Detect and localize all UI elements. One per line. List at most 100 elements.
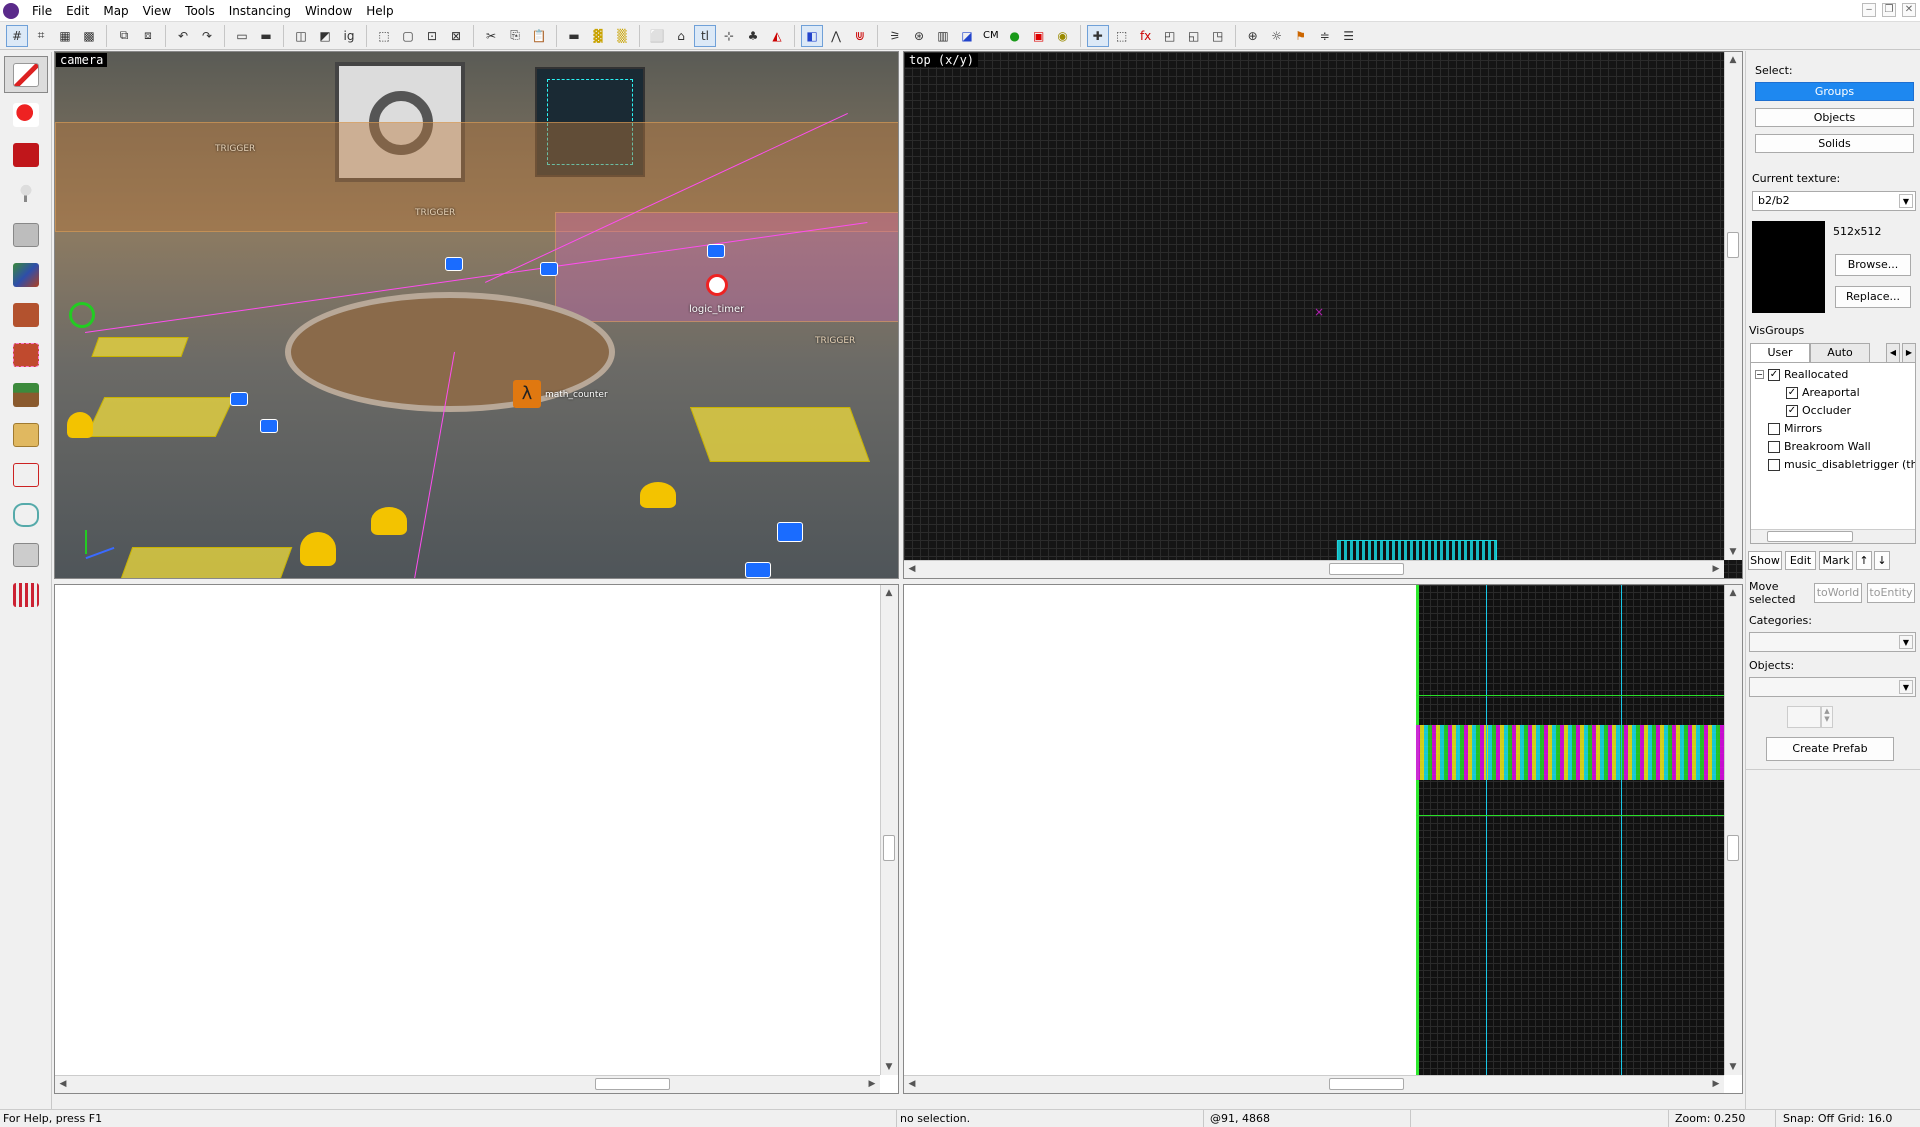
- scroll-thumb[interactable]: [1329, 1078, 1404, 1090]
- copy-icon[interactable]: ⎘: [504, 25, 526, 47]
- apply-texture-icon[interactable]: [4, 296, 48, 333]
- split-icon[interactable]: ≑: [1314, 25, 1336, 47]
- logic-relay-icon[interactable]: [707, 244, 725, 258]
- visgroup-checkbox[interactable]: [1768, 422, 1780, 435]
- top-viewport-hscroll[interactable]: ◀ ▶: [904, 560, 1724, 578]
- texture-application-icon[interactable]: [4, 256, 48, 293]
- logic-relay-icon[interactable]: [445, 257, 463, 271]
- info-target-icon[interactable]: [69, 302, 95, 328]
- to-world-button[interactable]: toWorld: [1814, 583, 1862, 603]
- cut-icon[interactable]: ✂: [480, 25, 502, 47]
- menu-edit[interactable]: Edit: [59, 4, 96, 18]
- object-count-spinner[interactable]: [1787, 706, 1821, 728]
- visgroup-item-occluder[interactable]: ✓ Occluder: [1786, 404, 1851, 417]
- undo-icon[interactable]: ↶: [172, 25, 194, 47]
- green-globe-icon[interactable]: ●: [1004, 25, 1026, 47]
- scroll-down-icon[interactable]: ▼: [1725, 544, 1741, 560]
- scroll-left-icon[interactable]: ◀: [55, 1076, 71, 1092]
- apply-overlay-icon[interactable]: [4, 376, 48, 413]
- categories-select[interactable]: ▼: [1749, 632, 1916, 652]
- bl-viewport-hscroll[interactable]: ◀ ▶: [55, 1075, 880, 1093]
- scroll-down-icon[interactable]: ▼: [1725, 1059, 1741, 1075]
- edit-button[interactable]: Edit: [1785, 551, 1816, 570]
- scroll-thumb[interactable]: [883, 835, 895, 861]
- scroll-down-icon[interactable]: ▼: [881, 1059, 897, 1075]
- br-viewport-hscroll[interactable]: ◀ ▶: [904, 1075, 1724, 1093]
- portal-icon[interactable]: ◱: [1183, 25, 1205, 47]
- show-button[interactable]: Show: [1748, 551, 1782, 570]
- visgroup-checkbox[interactable]: ✓: [1768, 368, 1780, 381]
- toggle-helpers-icon[interactable]: tl: [694, 24, 716, 47]
- assault-point-icon[interactable]: [300, 532, 336, 566]
- mark-button[interactable]: Mark: [1819, 551, 1853, 570]
- cordon-icon[interactable]: ◭: [766, 25, 788, 47]
- tab-user[interactable]: User: [1750, 343, 1810, 363]
- overlay-icon[interactable]: ◰: [1159, 25, 1181, 47]
- visgroup-item-areaportal[interactable]: ✓ Areaportal: [1786, 386, 1860, 399]
- path-tool-icon[interactable]: [4, 496, 48, 533]
- select-solids-button[interactable]: Solids: [1755, 134, 1914, 153]
- ignore-groups-icon[interactable]: ig: [338, 25, 360, 47]
- instance-icon[interactable]: ◉: [1052, 25, 1074, 47]
- scroll-right-icon[interactable]: ▶: [1708, 1076, 1724, 1092]
- scroll-left-icon[interactable]: ◀: [904, 1076, 920, 1092]
- scroll-right-icon[interactable]: ▶: [864, 1076, 880, 1092]
- select-objects-button[interactable]: Objects: [1755, 108, 1914, 127]
- prefab-tool-icon[interactable]: [4, 576, 48, 613]
- visgroup-item-music-disabletrigger[interactable]: music_disabletrigger (th: [1768, 458, 1915, 471]
- restore-icon[interactable]: ❐: [1882, 3, 1896, 17]
- objects-select[interactable]: ▼: [1749, 677, 1916, 697]
- visgroup-checkbox[interactable]: ✓: [1786, 386, 1798, 399]
- entity-report-icon[interactable]: ◧: [801, 24, 823, 47]
- cubemap-icon[interactable]: ◪: [956, 25, 978, 47]
- scroll-left-icon[interactable]: ◀: [904, 561, 920, 577]
- assault-point-icon[interactable]: [640, 482, 676, 508]
- scroll-up-icon[interactable]: ▲: [1725, 585, 1741, 601]
- visgroup-hscroll[interactable]: [1751, 529, 1915, 543]
- select-groups-button[interactable]: Groups: [1755, 82, 1914, 101]
- logic-relay-icon[interactable]: [540, 262, 558, 276]
- run-map-icon[interactable]: ⋓: [849, 25, 871, 47]
- tab-auto[interactable]: Auto: [1810, 343, 1870, 363]
- visgroup-item-breakroom-wall[interactable]: Breakroom Wall: [1768, 440, 1871, 453]
- group-icon[interactable]: ⧉: [113, 25, 135, 47]
- visgroup-checkbox[interactable]: [1768, 458, 1780, 471]
- menu-tools[interactable]: Tools: [178, 4, 222, 18]
- fx-icon[interactable]: fx: [1135, 25, 1157, 47]
- spinner-arrows-icon[interactable]: ▲ ▼: [1821, 706, 1833, 728]
- textured-shaded-icon[interactable]: ▒: [611, 25, 633, 47]
- camera-viewport[interactable]: camera TRIGGER TRIGGER TRIGGER logic_tim…: [54, 51, 899, 579]
- textured-icon[interactable]: ▓: [587, 25, 609, 47]
- menu-help[interactable]: Help: [359, 4, 400, 18]
- add-entity-icon[interactable]: ✚: [1086, 24, 1109, 47]
- menu-file[interactable]: File: [25, 4, 59, 18]
- math-counter-icon[interactable]: λ: [513, 380, 541, 408]
- menu-instancing[interactable]: Instancing: [222, 4, 298, 18]
- models-in-2d-icon[interactable]: ⌂: [670, 25, 692, 47]
- scroll-up-icon[interactable]: ▲: [1725, 52, 1741, 68]
- radius-culling-icon[interactable]: ⊹: [718, 25, 740, 47]
- lighting-preview-icon[interactable]: ▥: [932, 25, 954, 47]
- vertex-tool-icon[interactable]: [4, 456, 48, 493]
- bulb-icon[interactable]: ☼: [1266, 25, 1288, 47]
- scroll-up-icon[interactable]: ▲: [881, 585, 897, 601]
- cubemap-label[interactable]: CM: [980, 30, 1002, 41]
- visgroup-item-reallocated[interactable]: − ✓ Reallocated: [1755, 368, 1848, 381]
- menu-view[interactable]: View: [136, 4, 178, 18]
- select-all-icon[interactable]: ⬚: [1111, 25, 1133, 47]
- assault-point-icon[interactable]: [67, 412, 93, 438]
- tab-scroll-left-icon[interactable]: ◀: [1886, 343, 1900, 363]
- visgroup-item-mirrors[interactable]: Mirrors: [1768, 422, 1822, 435]
- to-entity-button[interactable]: toEntity: [1867, 583, 1915, 603]
- move-up-icon[interactable]: ↑: [1856, 551, 1872, 570]
- selection-box-icon[interactable]: ⬜: [646, 25, 668, 47]
- grid-larger-icon[interactable]: ▩: [78, 25, 100, 47]
- texture-lock-icon[interactable]: ⊡: [421, 25, 443, 47]
- logic-relay-icon[interactable]: [260, 419, 278, 433]
- replace-button[interactable]: Replace...: [1835, 286, 1911, 308]
- bottom-right-viewport[interactable]: ▲ ▼ ◀ ▶: [903, 584, 1743, 1094]
- scroll-right-icon[interactable]: ▶: [1708, 561, 1724, 577]
- grid-toggle-icon[interactable]: #: [6, 24, 28, 47]
- logic-relay-icon[interactable]: [745, 562, 771, 578]
- visgroup-checkbox[interactable]: [1768, 440, 1780, 453]
